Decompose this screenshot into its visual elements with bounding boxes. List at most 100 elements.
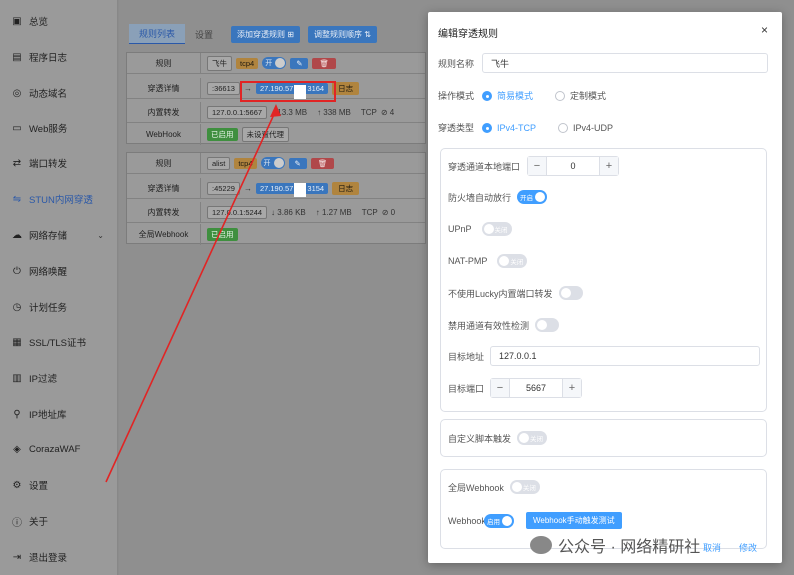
disable-check-toggle[interactable]: [535, 318, 560, 332]
reorder-rules-button[interactable]: 调整规则顺序 ⇅: [307, 25, 377, 43]
sidebar-item-label: 网络唤醒: [29, 267, 68, 278]
sidebar-item[interactable]: ☁ 网络存储 ⌄: [0, 218, 118, 252]
natpmp-toggle[interactable]: 关闭: [497, 254, 528, 268]
ipv4-tcp-radio[interactable]: IPv4-TCP: [482, 122, 536, 133]
sidebar-item-label: 总览: [29, 17, 49, 28]
row-label: 规则: [127, 153, 201, 173]
radio-label: IPv4-UDP: [573, 122, 614, 133]
toggle-label: 关闭: [510, 259, 524, 266]
sidebar-item-label: 网络存储: [29, 231, 68, 242]
sidebar-item-label: 端口转发: [29, 159, 68, 170]
global-webhook-toggle[interactable]: 关闭: [509, 480, 540, 494]
close-icon[interactable]: ×: [761, 23, 768, 37]
sidebar-item-label: 关于: [29, 517, 49, 528]
sidebar-item[interactable]: ⇄ 端口转发: [0, 146, 118, 180]
edit-button[interactable]: ✎: [288, 157, 307, 169]
delete-button[interactable]: 🗑: [310, 157, 335, 169]
sidebar-item[interactable]: ◎ 动态域名: [0, 76, 118, 110]
upnp-toggle[interactable]: 关闭: [481, 222, 512, 236]
rule-name-input[interactable]: 飞牛: [482, 53, 768, 73]
toggle-label: 开: [263, 160, 271, 167]
webhook-row: 全局Webhook 已启用: [127, 224, 425, 245]
ipv4-udp-radio[interactable]: IPv4-UDP: [558, 122, 614, 133]
sidebar-item[interactable]: ▣ 总览: [0, 4, 118, 38]
toggle-label: 开: [265, 60, 273, 67]
trash-icon: 🗑: [317, 158, 328, 168]
tab-rule-list[interactable]: 规则列表: [129, 24, 186, 44]
sidebar-item[interactable]: ⇥ 退出登录: [0, 540, 118, 574]
storage-icon: ☁: [12, 229, 22, 241]
type-label: 穿透类型: [438, 123, 475, 133]
public-address[interactable]: 27.190.57. 3154: [255, 182, 329, 194]
row-label: 全局Webhook: [127, 224, 201, 245]
sidebar-item[interactable]: ▦ SSL/TLS证书: [0, 325, 118, 359]
log-button[interactable]: 日志: [332, 181, 360, 195]
add-rule-button[interactable]: 添加穿透规则 ⊞: [231, 25, 300, 43]
port-forward-icon: ⇄: [12, 157, 22, 169]
webhook-test-button[interactable]: Webhook手动触发测试: [526, 512, 622, 529]
sidebar-item[interactable]: ⏻ 网络唤醒: [0, 254, 118, 288]
toggle-label: 关闭: [522, 485, 536, 492]
edit-button[interactable]: ✎: [290, 57, 309, 69]
webhook-proxy: 未设置代理: [241, 127, 289, 142]
sidebar-item-label: 退出登录: [29, 553, 68, 564]
rule-row: 规则 alist tcp4 开 ✎ 🗑: [127, 153, 425, 174]
watermark: 公众号 · 网络精研社: [530, 533, 700, 557]
log-button[interactable]: 日志: [332, 81, 360, 95]
dialog-title: 编辑穿透规则: [438, 29, 498, 40]
plus-icon[interactable]: +: [563, 379, 581, 397]
rule-name-label: 规则名称: [438, 58, 475, 69]
mode-label: 操作模式: [438, 91, 475, 101]
custom-script-toggle[interactable]: 关闭: [517, 431, 548, 445]
public-addr-start: 27.190.57.: [259, 183, 296, 193]
sidebar-item-label: STUN内网穿透: [29, 195, 93, 206]
sidebar-item[interactable]: ⇋ STUN内网穿透: [0, 182, 118, 216]
minus-icon[interactable]: −: [491, 379, 509, 397]
cancel-button[interactable]: 取消: [703, 541, 721, 554]
sidebar-item[interactable]: ⚙ 设置: [0, 468, 118, 502]
disable-check-row: 禁用通道有效性检测: [448, 318, 560, 332]
sidebar-item-label: Web服务: [29, 124, 68, 135]
firewall-row: 防火墙自动放行 开启: [448, 190, 548, 204]
webhook-toggle[interactable]: 启用: [484, 513, 514, 528]
target-port-row: 目标端口 − 5667 +: [448, 378, 582, 398]
sidebar-item[interactable]: ⚲ IP地址库: [0, 397, 118, 431]
transport: TCP: [360, 107, 377, 117]
target-addr-input[interactable]: 127.0.0.1: [490, 346, 760, 366]
no-builtin-toggle[interactable]: [558, 286, 583, 300]
download-traffic: ↓ 13.3 MB: [271, 107, 308, 117]
ip-db-icon: ⚲: [13, 408, 21, 420]
local-port-stepper[interactable]: − 0 +: [527, 156, 619, 176]
reorder-label: 调整规则顺序: [313, 29, 362, 39]
minus-icon[interactable]: −: [528, 157, 546, 175]
plus-icon[interactable]: +: [600, 157, 618, 175]
sidebar-item-label: SSL/TLS证书: [29, 338, 87, 349]
firewall-toggle[interactable]: 开启: [517, 190, 548, 204]
local-port: :36613: [207, 81, 240, 95]
target-port-label: 目标端口: [448, 383, 485, 394]
sidebar-item[interactable]: ⓘ 关于: [0, 504, 118, 538]
confirm-button[interactable]: 修改: [739, 541, 757, 554]
target-port-stepper[interactable]: − 5667 +: [490, 378, 582, 398]
rule-enable-toggle[interactable]: 开: [260, 157, 285, 169]
tab-settings[interactable]: 设置: [185, 25, 223, 44]
protocol-chip: tcp4: [236, 57, 259, 69]
protocol-chip: tcp4: [234, 157, 257, 169]
sidebar-item[interactable]: ◷ 计划任务: [0, 290, 118, 324]
connections: ⊘ 0: [381, 207, 396, 217]
row-label: 穿透详情: [127, 178, 201, 198]
sidebar-item[interactable]: ▤ 程序日志: [0, 40, 118, 74]
sidebar-item[interactable]: ▭ Web服务: [0, 111, 118, 145]
delete-button[interactable]: 🗑: [312, 57, 337, 69]
custom-mode-radio[interactable]: 定制模式: [555, 89, 606, 102]
about-icon: ⓘ: [12, 517, 22, 529]
sidebar-item[interactable]: ◈ CorazaWAF: [0, 432, 118, 466]
sidebar-item-label: 计划任务: [29, 303, 68, 314]
sidebar-item[interactable]: ▥ IP过滤: [0, 361, 118, 395]
forward-row: 内置转发 127.0.0.1:5244 ↓ 3.86 KB ↑ 1.27 MB …: [127, 202, 425, 223]
simple-mode-radio[interactable]: 简易模式: [482, 89, 533, 102]
trash-icon: 🗑: [319, 58, 330, 68]
type-row: 穿透类型 IPv4-TCP IPv4-UDP: [438, 121, 635, 134]
webhook-row: Webhook 启用 Webhook手动触发测试: [448, 512, 622, 529]
rule-enable-toggle[interactable]: 开: [262, 57, 287, 69]
